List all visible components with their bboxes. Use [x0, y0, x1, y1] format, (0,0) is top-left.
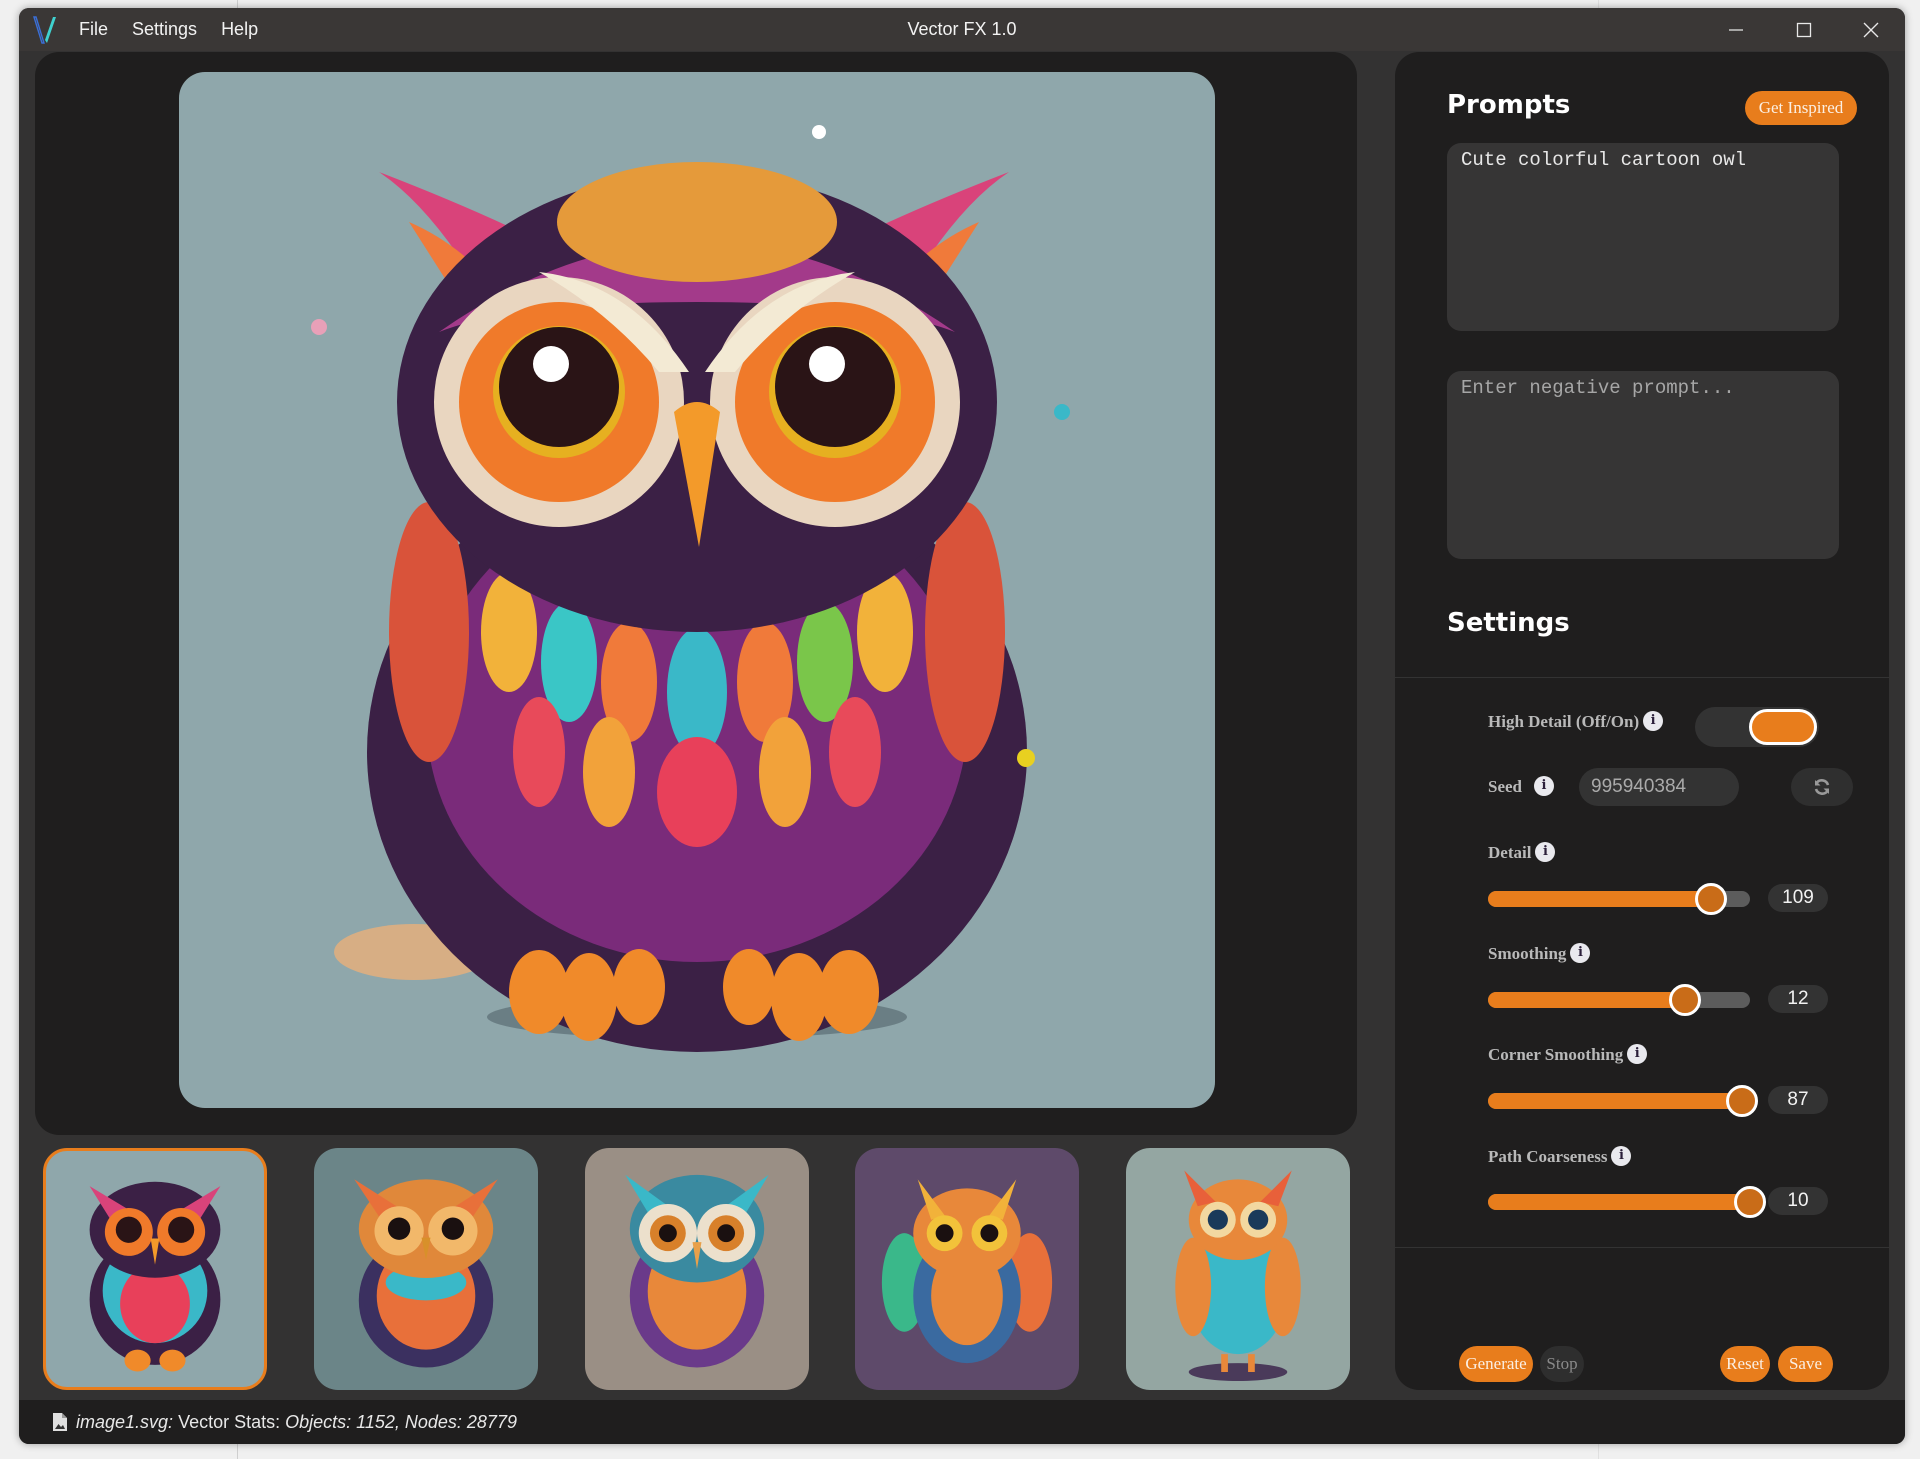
randomize-seed-button[interactable]: [1791, 768, 1853, 806]
seed-label-text: Seed: [1488, 777, 1522, 796]
status-bar: image1.svg: Vector Stats: Objects: 1152,…: [19, 1400, 1905, 1444]
slider-handle[interactable]: [1726, 1085, 1759, 1117]
menu-file[interactable]: File: [79, 19, 108, 40]
owl-thumbnail-image: [89, 1181, 221, 1372]
detail-label: Detail i: [1488, 842, 1556, 863]
owl-thumbnail-image: [1175, 1170, 1301, 1381]
slider-handle[interactable]: [1734, 1186, 1766, 1218]
smoothing-label: Smoothing i: [1488, 943, 1591, 964]
thumbnail-3[interactable]: [585, 1148, 809, 1390]
settings-panel: Prompts Get Inspired Settings High Detai…: [1395, 52, 1889, 1390]
slider-fill: [1488, 1093, 1743, 1109]
owl-thumbnail-image: [881, 1179, 1053, 1364]
window-title: Vector FX 1.0: [907, 19, 1017, 39]
reset-button[interactable]: Reset: [1720, 1346, 1770, 1382]
high-detail-toggle[interactable]: [1695, 707, 1819, 747]
prompt-input[interactable]: [1447, 143, 1839, 331]
maximize-button[interactable]: [1770, 8, 1838, 51]
path-coarseness-label-text: Path Coarseness: [1488, 1147, 1608, 1166]
toggle-knob: [1749, 709, 1817, 745]
file-image-icon: [53, 1413, 67, 1431]
app-logo-icon: [33, 16, 56, 44]
menu-bar: File Settings Help: [79, 8, 282, 51]
slider-fill: [1488, 1194, 1750, 1210]
path-coarseness-value[interactable]: 10: [1768, 1187, 1828, 1215]
thumbnail-strip: [43, 1148, 1373, 1392]
slider-fill: [1488, 992, 1685, 1008]
status-nodes: Nodes: 28779: [404, 1411, 517, 1432]
menu-settings[interactable]: Settings: [132, 19, 197, 40]
thumbnail-5[interactable]: [1126, 1148, 1350, 1390]
info-icon[interactable]: i: [1535, 842, 1556, 862]
path-coarseness-label: Path Coarseness i: [1488, 1146, 1632, 1167]
stop-button[interactable]: Stop: [1540, 1346, 1584, 1382]
minimize-button[interactable]: [1702, 8, 1770, 51]
corner-smoothing-value[interactable]: 87: [1768, 1086, 1828, 1114]
prompts-heading: Prompts: [1447, 90, 1571, 120]
negative-prompt-input[interactable]: [1447, 371, 1839, 559]
detail-slider[interactable]: [1488, 883, 1750, 915]
status-stats-label: Vector Stats:: [173, 1411, 286, 1432]
thumbnail-1[interactable]: [43, 1148, 267, 1390]
smoothing-slider[interactable]: [1488, 984, 1750, 1016]
info-icon[interactable]: i: [1534, 776, 1554, 796]
corner-smoothing-label-text: Corner Smoothing: [1488, 1045, 1624, 1064]
info-icon[interactable]: i: [1611, 1146, 1632, 1166]
minimize-icon: [1729, 28, 1743, 31]
get-inspired-button[interactable]: Get Inspired: [1745, 91, 1857, 125]
corner-smoothing-label: Corner Smoothing i: [1488, 1044, 1648, 1065]
corner-smoothing-slider[interactable]: [1488, 1085, 1759, 1117]
slider-handle[interactable]: [1694, 883, 1727, 915]
high-detail-label: High Detail (Off/On) i: [1488, 711, 1664, 732]
info-icon[interactable]: i: [1627, 1044, 1648, 1064]
refresh-icon: [1814, 779, 1830, 795]
high-detail-label-text: High Detail (Off/On): [1488, 712, 1640, 731]
thumbnail-2[interactable]: [314, 1148, 538, 1390]
app-window: File Settings Help Vector FX 1.0 Prompts…: [19, 8, 1905, 1444]
info-icon[interactable]: i: [1643, 711, 1664, 731]
canvas-panel: [35, 52, 1357, 1135]
slider-fill: [1488, 891, 1711, 907]
status-objects: Objects: 1152,: [285, 1411, 400, 1432]
smoothing-label-text: Smoothing: [1488, 944, 1567, 963]
detail-label-text: Detail: [1488, 843, 1532, 862]
menu-help[interactable]: Help: [221, 19, 258, 40]
main-image-preview[interactable]: [179, 72, 1215, 1108]
smoothing-value[interactable]: 12: [1768, 985, 1828, 1013]
close-icon: [1863, 22, 1879, 37]
settings-heading: Settings: [1447, 608, 1570, 638]
seed-label: Seed i: [1488, 776, 1554, 797]
status-filename: image1.svg:: [76, 1411, 174, 1432]
divider: [1395, 1247, 1889, 1248]
detail-value[interactable]: 109: [1768, 884, 1828, 912]
generate-button[interactable]: Generate: [1459, 1346, 1533, 1382]
info-icon[interactable]: i: [1570, 943, 1591, 963]
save-button[interactable]: Save: [1778, 1346, 1833, 1382]
seed-input[interactable]: [1579, 768, 1739, 806]
divider: [1395, 677, 1889, 678]
maximize-icon: [1796, 22, 1812, 37]
owl-thumbnail-image: [354, 1179, 498, 1368]
path-coarseness-slider[interactable]: [1488, 1186, 1766, 1218]
owl-illustration: [311, 125, 1070, 1052]
owl-thumbnail-image: [625, 1174, 769, 1368]
thumbnail-4[interactable]: [855, 1148, 1079, 1390]
slider-handle[interactable]: [1668, 984, 1701, 1016]
title-bar: File Settings Help Vector FX 1.0: [19, 8, 1905, 51]
close-button[interactable]: [1837, 8, 1905, 51]
